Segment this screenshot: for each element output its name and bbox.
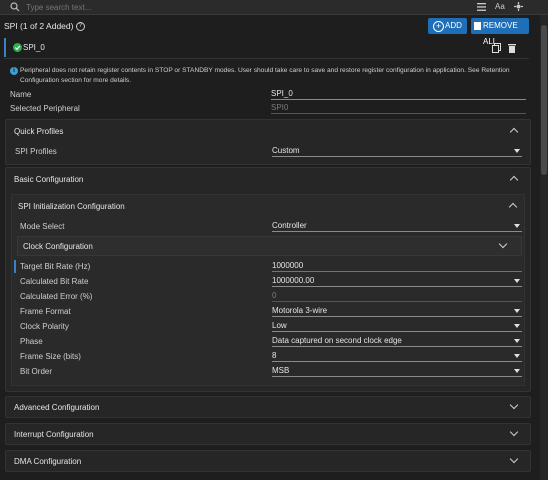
calculated-bit-rate-label: Calculated Bit Rate (20, 277, 89, 286)
scrollbar-thumb[interactable] (541, 25, 547, 175)
dma-configuration-title: DMA Configuration (14, 457, 82, 466)
focus-indicator (14, 260, 16, 273)
search-bar: Aa (0, 0, 548, 15)
caret-down-icon (514, 149, 520, 153)
spi-init-title[interactable]: SPI Initialization Configuration (18, 202, 125, 211)
search-icon (10, 2, 20, 12)
chevron-down-icon[interactable] (509, 400, 519, 410)
advanced-configuration-section[interactable]: Advanced Configuration (5, 396, 531, 418)
info-text: Peripheral does not retain register cont… (20, 67, 510, 84)
calculated-bit-rate-select[interactable]: 1000000.00 (272, 276, 522, 287)
phase-select[interactable]: Data captured on second clock edge (272, 336, 522, 347)
font-size-icon[interactable]: Aa (495, 2, 505, 11)
caret-down-icon (514, 324, 520, 328)
list-icon[interactable] (477, 3, 486, 11)
caret-down-icon (514, 279, 520, 283)
dma-configuration-section[interactable]: DMA Configuration (5, 450, 531, 472)
calculated-error-label: Calculated Error (%) (20, 292, 93, 301)
clock-config-title: Clock Configuration (23, 242, 93, 251)
advanced-configuration-title: Advanced Configuration (14, 403, 100, 412)
caret-down-icon (514, 339, 520, 343)
instance-item[interactable]: SPI_0 (4, 38, 529, 59)
name-label: Name (10, 90, 32, 99)
clock-config-header[interactable]: Clock Configuration (17, 236, 522, 256)
frame-size-select[interactable]: 8 (272, 351, 522, 362)
caret-down-icon (514, 354, 520, 358)
basic-configuration-title[interactable]: Basic Configuration (14, 175, 83, 184)
clock-polarity-select[interactable]: Low (272, 321, 522, 332)
module-title: SPI (1 of 2 Added) ? (4, 21, 85, 32)
remove-all-button[interactable]: REMOVE ALL (471, 18, 529, 46)
help-icon[interactable]: ? (75, 22, 85, 32)
bit-order-select[interactable]: MSB (272, 366, 522, 377)
bit-order-label: Bit Order (20, 367, 53, 376)
chevron-down-icon[interactable] (498, 239, 508, 249)
quick-profiles-section: Quick Profiles SPI Profiles Custom (5, 119, 531, 165)
chevron-down-icon[interactable] (509, 454, 519, 464)
frame-format-select[interactable]: Motorola 3-wire (272, 306, 522, 317)
settings-icon[interactable] (514, 2, 523, 11)
scrollbar[interactable] (540, 15, 548, 480)
instance-name: SPI_0 (23, 43, 45, 52)
chevron-down-icon[interactable] (509, 427, 519, 437)
caret-down-icon (514, 309, 520, 313)
interrupt-configuration-section[interactable]: Interrupt Configuration (5, 423, 531, 445)
spi-profiles-label: SPI Profiles (15, 147, 57, 156)
copy-icon[interactable] (492, 43, 501, 53)
chevron-up-icon[interactable] (509, 127, 519, 137)
instance-selected-bar (4, 38, 6, 57)
chevron-up-icon[interactable] (508, 202, 518, 212)
delete-icon (474, 22, 481, 30)
spi-profiles-select[interactable]: Custom (272, 146, 522, 157)
frame-size-label: Frame Size (bits) (20, 352, 81, 361)
chevron-up-icon[interactable] (509, 175, 519, 185)
target-bit-rate-input[interactable]: 1000000 (272, 261, 522, 272)
mode-select-label: Mode Select (20, 222, 65, 231)
spi-init-subsection: SPI Initialization Configuration Mode Se… (11, 194, 525, 386)
caret-down-icon (514, 369, 520, 373)
selected-peripheral-label: Selected Peripheral (10, 104, 80, 113)
trash-icon[interactable] (508, 43, 516, 53)
clock-polarity-label: Clock Polarity (20, 322, 69, 331)
phase-label: Phase (20, 337, 43, 346)
mode-select[interactable]: Controller (272, 221, 522, 232)
basic-configuration-section: Basic Configuration SPI Initialization C… (5, 167, 531, 392)
caret-down-icon (514, 224, 520, 228)
name-input[interactable]: SPI_0 (271, 89, 526, 100)
calculated-error-value: 0 (272, 291, 522, 302)
target-bit-rate-label: Target Bit Rate (Hz) (20, 262, 91, 271)
add-button[interactable]: + ADD (428, 18, 467, 34)
plus-circle-icon: + (433, 21, 444, 32)
quick-profiles-title[interactable]: Quick Profiles (14, 127, 63, 136)
info-message: i Peripheral does not retain register co… (10, 66, 525, 86)
search-input[interactable] (24, 1, 448, 14)
interrupt-configuration-title: Interrupt Configuration (14, 430, 94, 439)
info-icon: i (10, 67, 18, 75)
check-circle-icon (13, 43, 22, 52)
selected-peripheral-value: SPI0 (271, 103, 526, 114)
frame-format-label: Frame Format (20, 307, 71, 316)
